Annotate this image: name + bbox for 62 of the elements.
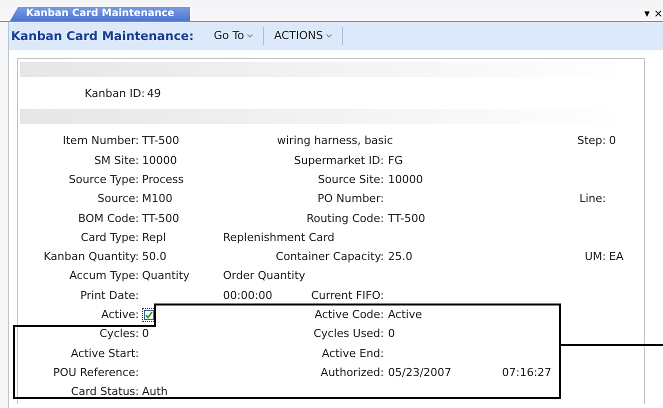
menu-button[interactable]: ACTIONS — [268, 27, 338, 45]
field-label: Kanban ID: — [84, 86, 145, 102]
field-label: Cycles Used: — [313, 326, 384, 342]
field-label: Supermarket ID: — [294, 152, 384, 169]
field-label: Active Code: — [314, 307, 384, 324]
dropdown-button[interactable]: ▾ — [644, 7, 650, 21]
field-value: 05/23/2007 — [388, 364, 452, 381]
field-label: PO Number: — [318, 191, 384, 208]
field-value: 0 — [142, 326, 149, 342]
field-value: Auth — [142, 384, 168, 400]
field-value: 25.0 — [388, 249, 412, 266]
caret-icon — [326, 34, 332, 38]
field-label: Card Type: — [80, 230, 139, 244]
field-value: Active — [388, 307, 422, 324]
field-label: Line: — [579, 192, 606, 206]
field-label: BOM Code: — [78, 212, 139, 225]
time-value: 07:16:27 — [502, 366, 552, 379]
field-value: 10000 — [388, 172, 423, 188]
field-label: Active: — [101, 308, 139, 322]
field-value: Process — [142, 172, 184, 188]
field-label: UM: — [584, 250, 606, 264]
field-label: Active Start: — [70, 346, 139, 360]
field-value: 50.0 — [142, 249, 166, 266]
field-value: TT-500 — [142, 133, 180, 150]
field-label: Container Capacity: — [276, 249, 384, 266]
field-label: Card Status: — [71, 385, 139, 398]
field-value: M100 — [142, 191, 172, 208]
description-text: wiring harness, basic — [277, 134, 393, 148]
field-label: Accum Type: — [69, 269, 139, 282]
field-label: Kanban Quantity: — [44, 250, 139, 264]
checkmark-icon — [145, 311, 153, 320]
field-label: POU Reference: — [53, 366, 139, 379]
close-button[interactable]: × — [654, 7, 663, 21]
field-value: Repl — [142, 230, 166, 246]
field-value: FG — [388, 152, 403, 169]
field-label: Authorized: — [320, 364, 384, 381]
field-label: Step: — [577, 134, 606, 148]
field-value: Quantity — [142, 268, 190, 284]
field-value: 10000 — [142, 152, 177, 169]
caret-icon — [247, 34, 254, 38]
field-label: Routing Code: — [306, 210, 384, 227]
checkbox[interactable] — [142, 308, 156, 322]
field-label: Active End: — [322, 346, 384, 362]
description-text: Replenishment Card — [223, 230, 334, 244]
field-value: TT-500 — [388, 210, 426, 227]
field-value: 49 — [146, 86, 161, 102]
field-label: Cycles: — [100, 327, 139, 340]
field-label: Print Date: — [80, 288, 139, 302]
field-label: SM Site: — [94, 154, 139, 167]
description-text: Order Quantity — [223, 269, 306, 282]
field-label: Source Site: — [318, 172, 384, 188]
field-value: 0 — [609, 134, 616, 148]
field-value: 0 — [388, 326, 395, 342]
menu-button[interactable]: Go To — [208, 27, 260, 45]
description-text: 00:00:00 — [223, 288, 272, 302]
field-label: Item Number: — [62, 134, 139, 148]
field-value: TT-500 — [142, 210, 180, 227]
field-label: Current FIFO: — [311, 288, 384, 302]
field-value: EA — [609, 250, 624, 264]
field-label: Source Type: — [68, 172, 139, 186]
field-label: Source: — [98, 192, 139, 206]
toolbar-title: Kanban Card Maintenance: — [11, 28, 194, 45]
